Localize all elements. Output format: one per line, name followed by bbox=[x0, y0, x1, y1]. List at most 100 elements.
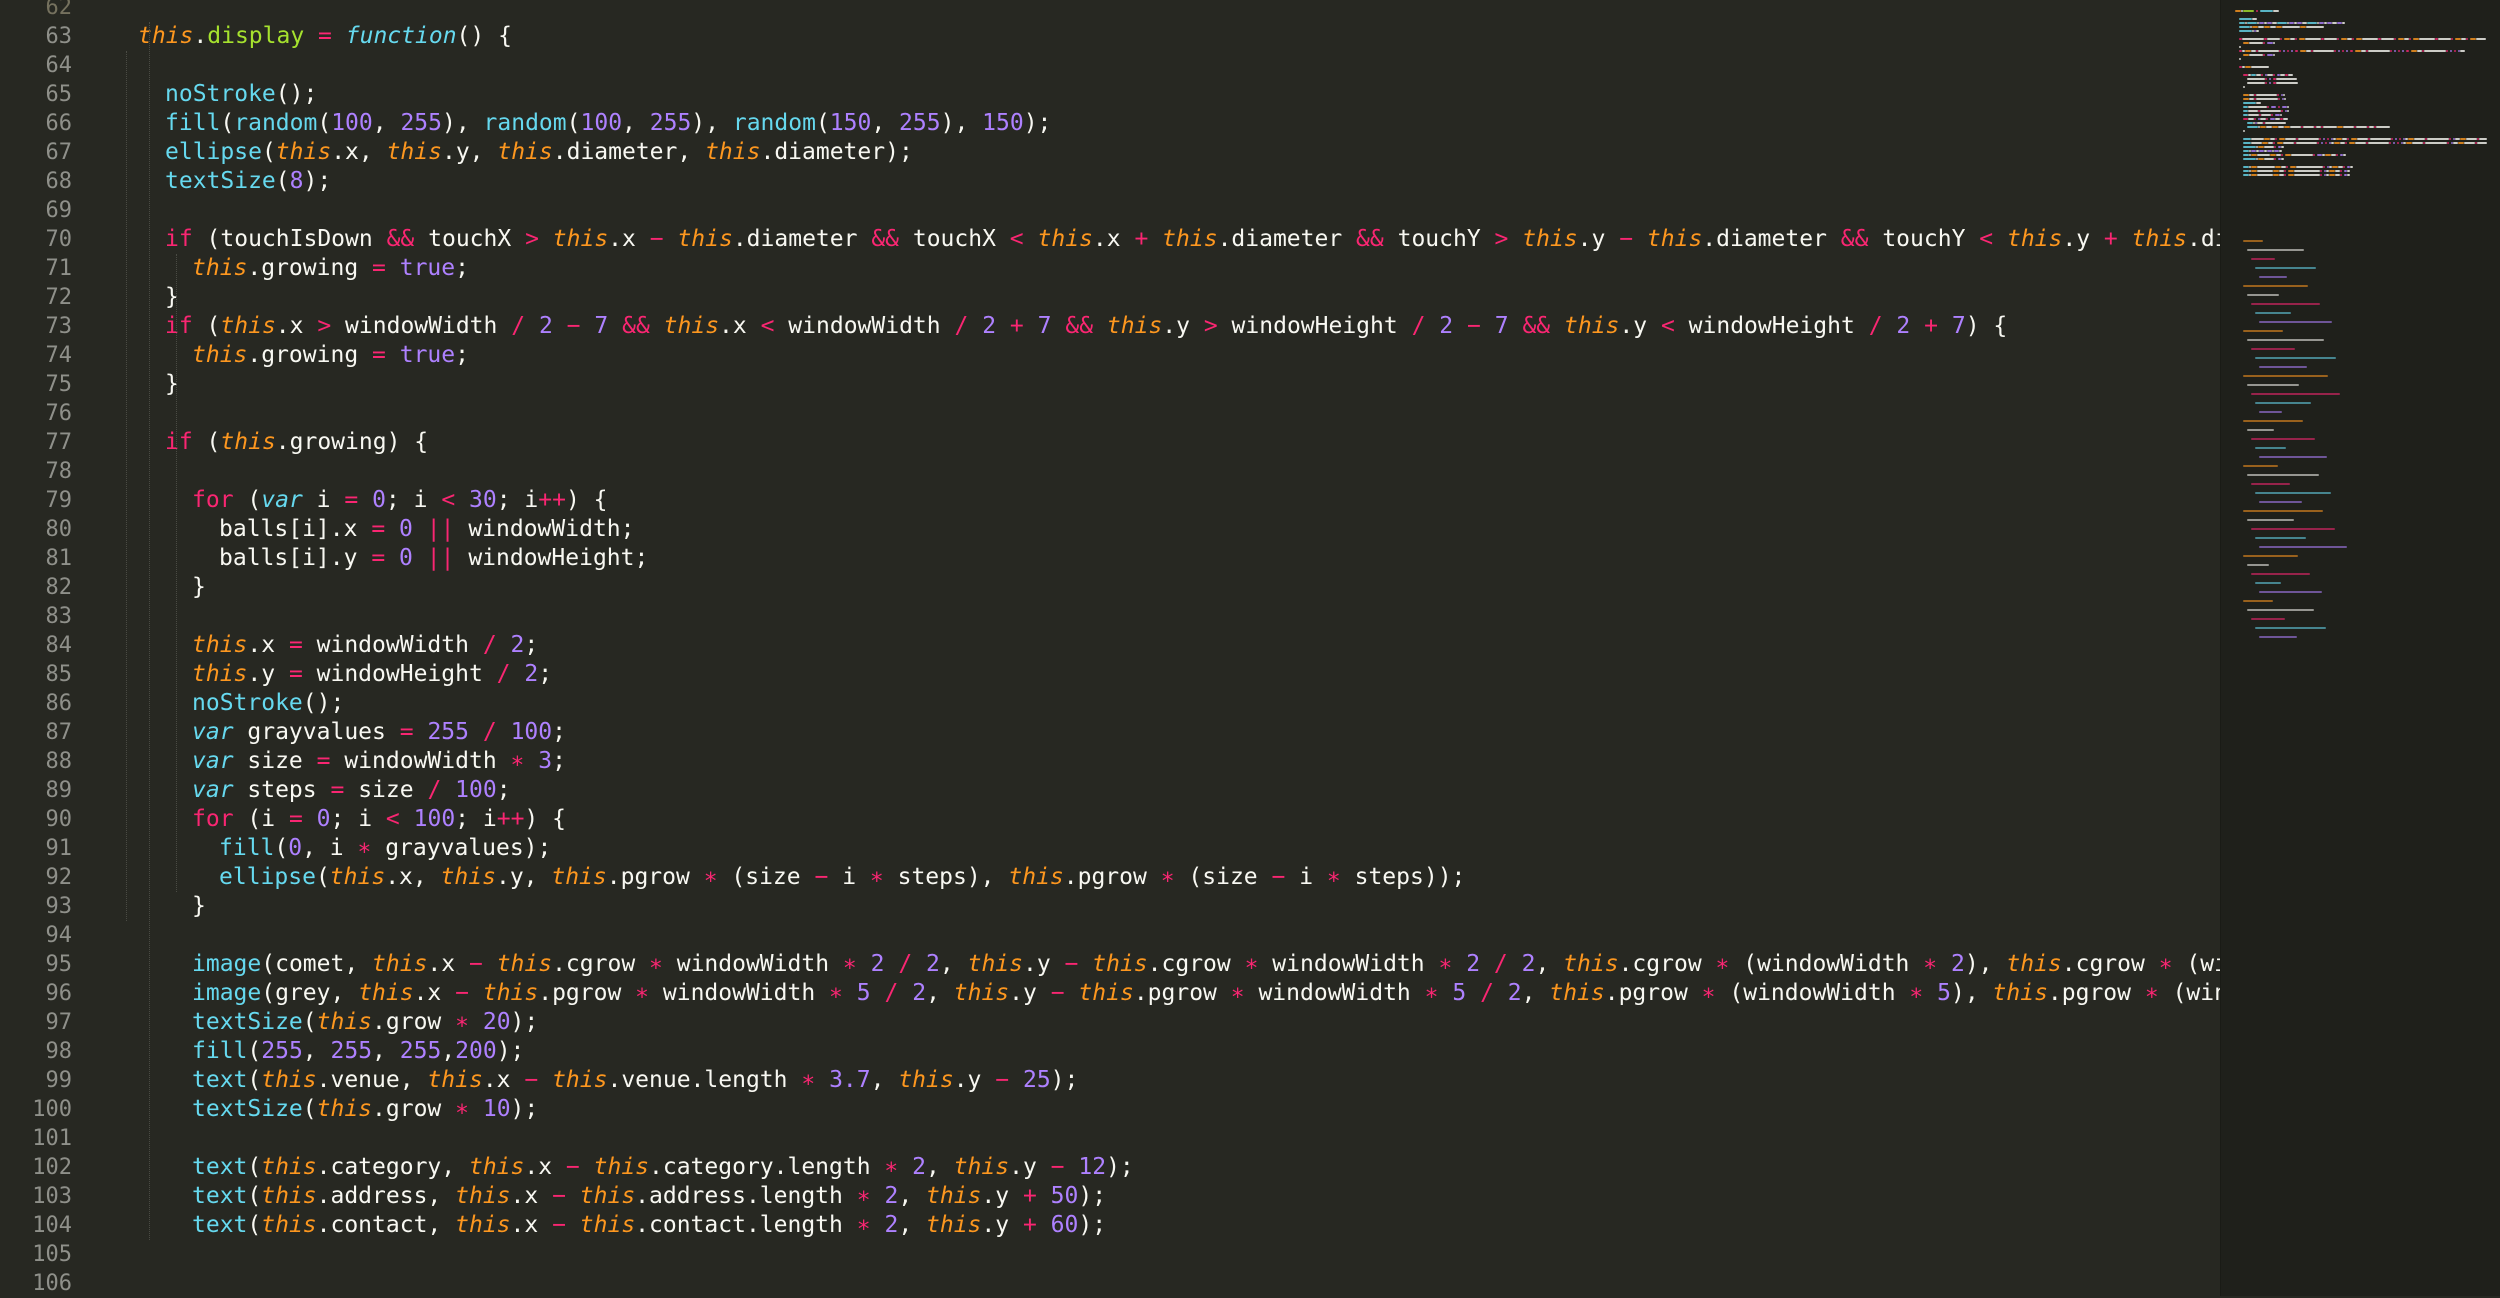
code-editor[interactable]: 62 63 64 65 66 67 68 69 70 71 72 73 74 75 76 77 78 79 80 81… bbox=[0, 0, 2500, 1296]
code-token: / bbox=[427, 777, 442, 803]
code-line[interactable]: if (this.growing) { bbox=[165, 428, 428, 457]
code-line[interactable]: textSize(8); bbox=[165, 167, 331, 196]
code-token: this bbox=[1037, 226, 1093, 252]
code-line[interactable]: for (i = 0; i < 100; i++) { bbox=[192, 805, 566, 834]
code-line[interactable]: for (var i = 0; i < 30; i++) { bbox=[192, 486, 608, 515]
minimap-token bbox=[2249, 54, 2263, 56]
minimap-token bbox=[2294, 170, 2320, 172]
code-line[interactable]: textSize(this.grow ∗ 20); bbox=[192, 1008, 538, 1037]
code-token: ++ bbox=[496, 806, 525, 832]
minimap-token bbox=[2247, 429, 2274, 431]
code-line[interactable]: } bbox=[192, 892, 206, 921]
code-line[interactable]: fill(random(100, 255), random(100, 255),… bbox=[165, 109, 1051, 138]
code-line[interactable]: image(comet, this.x − this.cgrow ∗ windo… bbox=[192, 950, 2220, 979]
minimap-token bbox=[2248, 114, 2259, 116]
minimap-token bbox=[2267, 106, 2269, 108]
minimap-token bbox=[2476, 38, 2486, 40]
code-token: ellipse bbox=[219, 864, 316, 890]
code-line[interactable]: if (touchIsDown && touchX > this.x − thi… bbox=[165, 225, 2220, 254]
minimap-token bbox=[2248, 110, 2258, 112]
code-line[interactable]: var grayvalues = 255 / 100; bbox=[192, 718, 566, 747]
code-token: this bbox=[427, 1067, 483, 1093]
minimap-token bbox=[2271, 106, 2276, 108]
code-line[interactable]: this.display = function() { bbox=[138, 22, 512, 51]
code-token: − bbox=[1050, 980, 1065, 1006]
minimap[interactable] bbox=[2220, 0, 2500, 1296]
code-line[interactable]: text(this.contact, this.x − this.contact… bbox=[192, 1211, 1106, 1240]
line-number: 70 bbox=[45, 227, 73, 252]
code-token: noStroke bbox=[165, 81, 276, 107]
code-token: 0 bbox=[372, 487, 386, 513]
line-number: 71 bbox=[45, 256, 73, 281]
code-line[interactable]: noStroke(); bbox=[165, 80, 317, 109]
minimap-token bbox=[2346, 50, 2348, 52]
minimap-token bbox=[2247, 519, 2294, 521]
minimap-token bbox=[2259, 546, 2347, 548]
code-token: ∗ bbox=[1244, 951, 1259, 977]
minimap-token bbox=[2278, 106, 2280, 108]
minimap-token bbox=[2251, 483, 2290, 485]
code-token: this bbox=[1092, 951, 1148, 977]
code-line[interactable]: this.growing = true; bbox=[192, 254, 469, 283]
code-line[interactable]: text(this.category, this.x − this.catego… bbox=[192, 1153, 1134, 1182]
code-line[interactable]: image(grey, this.x − this.pgrow ∗ window… bbox=[192, 979, 2220, 1008]
minimap-token bbox=[2424, 50, 2446, 52]
minimap-token bbox=[2409, 38, 2411, 40]
code-line[interactable]: fill(255, 255, 255,200); bbox=[192, 1037, 524, 1066]
code-line[interactable]: this.growing = true; bbox=[192, 341, 469, 370]
line-number: 85 bbox=[45, 662, 73, 687]
minimap-token bbox=[2370, 138, 2391, 140]
code-token: ( bbox=[815, 110, 830, 136]
code-token: windowWidth bbox=[774, 313, 955, 339]
code-token: = bbox=[288, 632, 303, 658]
code-line[interactable]: ellipse(this.x, this.y, this.diameter, t… bbox=[165, 138, 913, 167]
minimap-token bbox=[2477, 142, 2487, 144]
code-line[interactable]: textSize(this.grow ∗ 10); bbox=[192, 1095, 538, 1124]
code-token: touchY bbox=[1868, 226, 1980, 252]
minimap-token bbox=[2275, 138, 2277, 140]
code-token: windowWidth bbox=[302, 632, 483, 658]
code-line[interactable]: ellipse(this.x, this.y, this.pgrow ∗ (si… bbox=[219, 863, 1465, 892]
minimap-token bbox=[2251, 303, 2320, 305]
code-line[interactable]: text(this.address, this.x − this.address… bbox=[192, 1182, 1106, 1211]
code-line[interactable]: var steps = size / 100; bbox=[192, 776, 511, 805]
code-line[interactable]: balls[i].x = 0 || windowWidth; bbox=[219, 515, 634, 544]
line-number: 98 bbox=[45, 1039, 73, 1064]
code-token: = bbox=[372, 342, 386, 368]
code-line[interactable]: this.y = windowHeight / 2; bbox=[192, 660, 552, 689]
code-token: this bbox=[552, 1067, 608, 1093]
code-line[interactable]: noStroke(); bbox=[192, 689, 344, 718]
code-token: this bbox=[705, 139, 761, 165]
code-line[interactable]: if (this.x > windowWidth / 2 − 7 && this… bbox=[165, 312, 2007, 341]
code-line[interactable]: var size = windowWidth ∗ 3; bbox=[192, 747, 566, 776]
minimap-token bbox=[2274, 158, 2276, 160]
indent-guide bbox=[126, 51, 127, 921]
minimap-token bbox=[2342, 50, 2344, 52]
code-token: ( bbox=[274, 835, 289, 861]
code-line[interactable]: fill(0, i ∗ grayvalues); bbox=[219, 834, 551, 863]
code-token: i bbox=[1285, 864, 1327, 890]
line-number: 91 bbox=[45, 836, 73, 861]
minimap-token bbox=[2252, 18, 2257, 20]
code-line[interactable]: this.x = windowWidth / 2; bbox=[192, 631, 538, 660]
code-line[interactable]: balls[i].y = 0 || windowHeight; bbox=[219, 544, 648, 573]
code-token: this bbox=[1162, 226, 1218, 252]
minimap-token bbox=[2291, 50, 2293, 52]
line-number-gutter[interactable]: 62 63 64 65 66 67 68 69 70 71 72 73 74 75 76 77 78 79 80 81… bbox=[0, 0, 112, 1296]
minimap-token bbox=[2260, 110, 2281, 112]
code-token: 12 bbox=[1078, 1154, 1107, 1180]
code-token: this bbox=[329, 864, 386, 890]
code-token: this bbox=[138, 23, 194, 49]
code-token: 20 bbox=[482, 1009, 511, 1035]
code-text-area[interactable]: this.display = function() {noStroke(); fi… bbox=[112, 0, 2220, 1296]
code-token: .y bbox=[1162, 313, 1204, 339]
code-line[interactable]: } bbox=[192, 573, 206, 602]
code-line[interactable]: text(this.venue, this.x − this.venue.len… bbox=[192, 1066, 1078, 1095]
minimap-token bbox=[2446, 50, 2448, 52]
minimap-token bbox=[2323, 126, 2337, 128]
code-token: this bbox=[677, 226, 733, 252]
